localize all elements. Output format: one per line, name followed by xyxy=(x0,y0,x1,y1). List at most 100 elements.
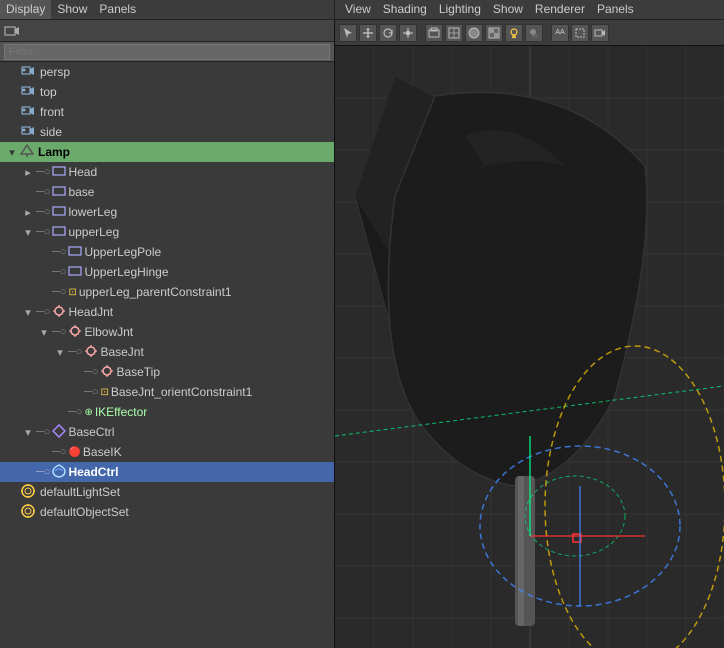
elbowjnt-label: ElbowJnt xyxy=(84,325,133,339)
base-icon xyxy=(52,185,66,200)
rtool-texture[interactable] xyxy=(485,24,503,42)
tree-item-upperleghinge[interactable]: ─○ UpperLegHinge xyxy=(0,262,334,282)
left-toolbar xyxy=(0,20,334,42)
outliner-tree[interactable]: persp top xyxy=(0,62,334,648)
basejnt-constraint-connector: ─○ xyxy=(84,386,98,398)
upperleg-constraint-label: upperLeg_parentConstraint1 xyxy=(79,285,232,299)
top-label: top xyxy=(40,85,57,99)
elbowjnt-connector: ─○ xyxy=(52,326,66,338)
tree-item-basejnt-constraint[interactable]: ─○ ⊡ BaseJnt_orientConstraint1 xyxy=(0,382,334,402)
menu-lighting[interactable]: Lighting xyxy=(433,0,487,19)
tree-item-baseik[interactable]: ─○ 🔴 BaseIK xyxy=(0,442,334,462)
tree-item-lamp[interactable]: ▾ Lamp xyxy=(0,142,334,162)
tree-item-defaultobjectset[interactable]: defaultObjectSet xyxy=(0,502,334,522)
tree-item-ikeffector[interactable]: ─○ ⊕ IKEffector xyxy=(0,402,334,422)
lowerleg-label: lowerLeg xyxy=(68,205,117,219)
menu-show-left[interactable]: Show xyxy=(51,0,93,19)
tree-item-headjnt[interactable]: ▾ ─○ HeadJnt xyxy=(0,302,334,322)
upperlegpole-connector: ─○ xyxy=(52,246,66,258)
viewport[interactable] xyxy=(335,46,724,648)
rtool-scale[interactable] xyxy=(399,24,417,42)
tree-item-upperleg[interactable]: ▾ ─○ upperLeg xyxy=(0,222,334,242)
basejnt-expand-btn[interactable]: ▾ xyxy=(52,344,68,360)
headctrl-label: HeadCtrl xyxy=(68,465,118,479)
tree-item-defaultlightset[interactable]: defaultLightSet xyxy=(0,482,334,502)
upperlegpole-label: UpperLegPole xyxy=(84,245,161,259)
tree-item-lowerleg[interactable]: ▸ ─○ lowerLeg xyxy=(0,202,334,222)
tree-item-persp[interactable]: persp xyxy=(0,62,334,82)
rtool-display-wireframe[interactable] xyxy=(445,24,463,42)
constraint-icon: ⊡ xyxy=(68,287,76,298)
rtool-light-toggle[interactable] xyxy=(505,24,523,42)
basejnt-constraint-label: BaseJnt_orientConstraint1 xyxy=(111,385,252,399)
toolbar-btn-1[interactable] xyxy=(2,21,22,41)
defaultobjectset-label: defaultObjectSet xyxy=(40,505,129,519)
rtool-render-settings[interactable] xyxy=(425,24,443,42)
basejnt-icon xyxy=(84,344,98,361)
top-icon xyxy=(20,84,36,101)
side-label: side xyxy=(40,125,62,139)
tree-item-upperleg-constraint[interactable]: ─○ ⊡ upperLeg_parentConstraint1 xyxy=(0,282,334,302)
rtool-select[interactable] xyxy=(339,24,357,42)
rtool-aa-off[interactable]: AA xyxy=(551,24,569,42)
rtool-rotate[interactable] xyxy=(379,24,397,42)
basejnt-constraint-icon: ⊡ xyxy=(100,387,108,398)
rtool-move[interactable] xyxy=(359,24,377,42)
viewport-grid xyxy=(335,46,724,648)
upperleghinge-icon xyxy=(68,265,82,280)
basectrl-label: BaseCtrl xyxy=(68,425,114,439)
head-connector: ─○ xyxy=(36,166,50,178)
headjnt-expand-btn[interactable]: ▾ xyxy=(20,304,36,320)
tree-item-base[interactable]: ─○ base xyxy=(0,182,334,202)
main-content: persp top xyxy=(0,20,724,648)
headjnt-label: HeadJnt xyxy=(68,305,113,319)
basetip-label: BaseTip xyxy=(116,365,160,379)
defaultlightset-label: defaultLightSet xyxy=(40,485,120,499)
upperleg-expand-btn[interactable]: ▾ xyxy=(20,224,36,240)
tree-item-elbowjnt[interactable]: ▾ ─○ ElbowJnt xyxy=(0,322,334,342)
menu-shading[interactable]: Shading xyxy=(377,0,433,19)
tree-item-front[interactable]: front xyxy=(0,102,334,122)
tree-item-top[interactable]: top xyxy=(0,82,334,102)
left-panel: persp top xyxy=(0,20,335,648)
objectset-icon xyxy=(20,503,36,522)
rtool-resolution-gate[interactable] xyxy=(571,24,589,42)
basetip-connector: ─○ xyxy=(84,366,98,378)
menu-show-right[interactable]: Show xyxy=(487,0,529,19)
lowerleg-expand-btn[interactable]: ▸ xyxy=(20,204,36,220)
tree-item-basectrl[interactable]: ▾ ─○ BaseCtrl xyxy=(0,422,334,442)
base-connector: ─○ xyxy=(36,186,50,198)
front-label: front xyxy=(40,105,64,119)
elbowjnt-expand-btn[interactable]: ▾ xyxy=(36,324,52,340)
basejnt-connector: ─○ xyxy=(68,346,82,358)
basetip-icon xyxy=(100,364,114,381)
basectrl-expand-btn[interactable]: ▾ xyxy=(20,424,36,440)
head-expand-btn[interactable]: ▸ xyxy=(20,164,36,180)
base-label: base xyxy=(68,185,94,199)
menu-panels-left[interactable]: Panels xyxy=(93,0,142,19)
baseik-label: BaseIK xyxy=(83,445,122,459)
basectrl-icon xyxy=(52,424,66,441)
tree-item-head[interactable]: ▸ ─○ Head xyxy=(0,162,334,182)
upperleghinge-label: UpperLegHinge xyxy=(84,265,168,279)
search-input[interactable] xyxy=(4,44,330,60)
rtool-camera-settings[interactable] xyxy=(591,24,609,42)
rtool-smooth[interactable] xyxy=(465,24,483,42)
menu-panels-right[interactable]: Panels xyxy=(591,0,640,19)
tree-item-basejnt[interactable]: ▾ ─○ BaseJnt xyxy=(0,342,334,362)
menu-view[interactable]: View xyxy=(339,0,377,19)
tree-item-headctrl[interactable]: ─○ HeadCtrl xyxy=(0,462,334,482)
tree-item-basetip[interactable]: ─○ BaseTip xyxy=(0,362,334,382)
rtool-shadows[interactable] xyxy=(525,24,543,42)
menu-renderer[interactable]: Renderer xyxy=(529,0,591,19)
lamp-label: Lamp xyxy=(38,145,70,159)
upperleg-connector: ─○ xyxy=(36,226,50,238)
lamp-expand-btn[interactable]: ▾ xyxy=(4,144,20,160)
menu-display[interactable]: Display xyxy=(0,0,51,19)
tree-item-upperlegpole[interactable]: ─○ UpperLegPole xyxy=(0,242,334,262)
lightset-icon xyxy=(20,483,36,502)
right-toolbar: AA xyxy=(335,20,724,46)
persp-label: persp xyxy=(40,65,70,79)
headjnt-icon xyxy=(52,304,66,321)
tree-item-side[interactable]: side xyxy=(0,122,334,142)
